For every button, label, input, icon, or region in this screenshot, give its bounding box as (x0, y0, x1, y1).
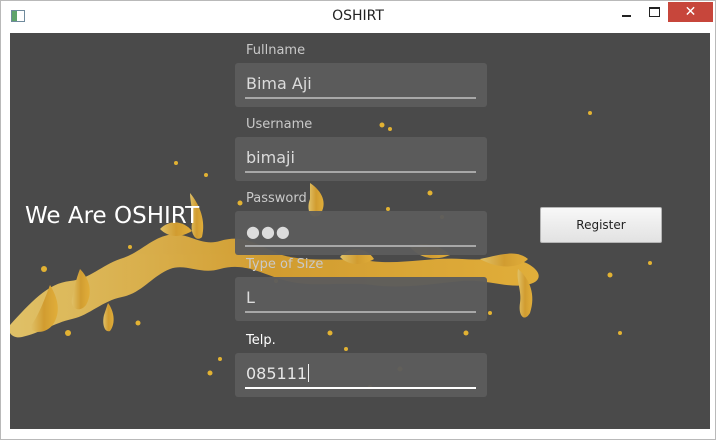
title-bar[interactable]: OSHIRT ✕ (1, 1, 715, 32)
password-value: ●●● (246, 222, 291, 241)
password-field[interactable]: ●●● (235, 211, 487, 255)
telp-field[interactable]: 085111 (235, 353, 487, 397)
telp-value-wrap: 085111 (246, 364, 310, 383)
app-window: OSHIRT ✕ We Are OSHIRT Fullname Bima Aji… (0, 0, 716, 440)
telp-underline (245, 387, 476, 389)
close-icon: ✕ (684, 4, 697, 20)
text-caret (308, 364, 310, 382)
fullname-label: Fullname (246, 43, 306, 58)
window-title: OSHIRT (332, 8, 384, 24)
password-underline (245, 245, 476, 247)
fullname-value: Bima Aji (246, 74, 312, 93)
maximize-button[interactable] (641, 2, 667, 22)
content-area: We Are OSHIRT Fullname Bima Aji Username… (10, 33, 710, 429)
register-button[interactable]: Register (540, 207, 662, 243)
username-value: bimaji (246, 148, 295, 167)
size-underline (245, 311, 476, 313)
telp-value: 085111 (246, 364, 308, 383)
size-field[interactable]: L (235, 277, 487, 321)
username-underline (245, 171, 476, 173)
minimize-icon (621, 15, 631, 17)
brand-heading: We Are OSHIRT (25, 203, 200, 229)
fullname-underline (245, 97, 476, 99)
username-field[interactable]: bimaji (235, 137, 487, 181)
size-label: Type of Size (246, 257, 324, 272)
fullname-field[interactable]: Bima Aji (235, 63, 487, 107)
telp-label: Telp. (246, 333, 276, 348)
username-label: Username (246, 117, 313, 132)
size-value: L (246, 288, 255, 307)
close-button[interactable]: ✕ (668, 2, 713, 22)
maximize-icon (648, 7, 660, 17)
minimize-button[interactable] (613, 2, 639, 22)
password-label: Password (246, 191, 307, 206)
